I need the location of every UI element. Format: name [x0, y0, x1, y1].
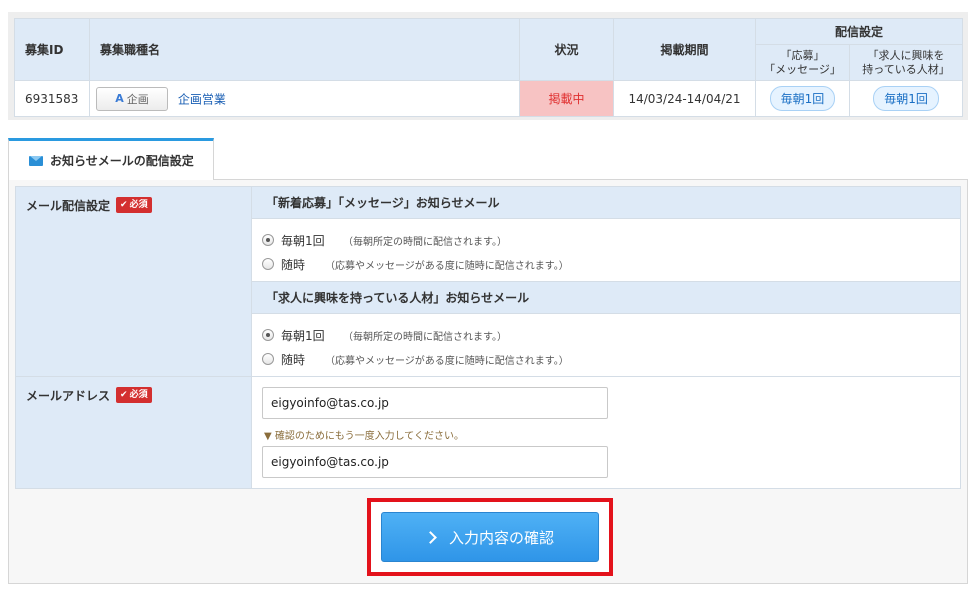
delivery-interest-cell: 毎朝1回	[848, 80, 964, 117]
job-table: 募集ID 募集職種名 状況 掲載期間 配信設定 「応募」 「メッセージ」 「求人…	[14, 18, 964, 117]
radio-note: （毎朝所定の時間に配信されます。）	[343, 236, 507, 248]
highlight-frame: 入力内容の確認	[367, 498, 613, 576]
radio-note: （応募やメッセージがある度に随時に配信されます。）	[325, 355, 569, 367]
status-badge: 掲載中	[519, 80, 614, 117]
email-label: メールアドレス	[26, 389, 111, 403]
radio-label: 随時	[281, 257, 306, 272]
header-job-name: 募集職種名	[89, 18, 520, 81]
job-type-label: 企画	[126, 92, 149, 106]
row-email: メールアドレス ✔ 必須 ▼ 確認のためにもう一度入力してください。	[16, 377, 960, 488]
header-status: 状況	[519, 18, 614, 81]
required-badge: ✔ 必須	[116, 387, 152, 403]
radio-group-interest: 毎朝1回 （毎朝所定の時間に配信されます。） 随時 （応募やメッセージがある度に…	[252, 314, 960, 376]
posting-period: 14/03/24-14/04/21	[613, 80, 756, 117]
radio-note: （毎朝所定の時間に配信されます。）	[343, 331, 507, 343]
radio-button[interactable]	[262, 258, 274, 270]
job-type-letter: A	[115, 92, 124, 105]
header-delivery-apply: 「応募」 「メッセージ」	[755, 44, 850, 81]
radio-option-daily[interactable]: 毎朝1回 （毎朝所定の時間に配信されます。）	[262, 228, 950, 252]
radio-option-daily[interactable]: 毎朝1回 （毎朝所定の時間に配信されます。）	[262, 323, 950, 347]
mail-setting-content: 「新着応募」「メッセージ」お知らせメール 毎朝1回 （毎朝所定の時間に配信されま…	[252, 187, 960, 376]
radio-label: 随時	[281, 352, 306, 367]
job-type-button[interactable]: A 企画	[96, 86, 168, 111]
confirm-note: ▼ 確認のためにもう一度入力してください。	[264, 431, 464, 442]
section-title-interest: 「求人に興味を持っている人材」お知らせメール	[252, 282, 960, 314]
delivery-interest-badge: 毎朝1回	[873, 86, 939, 111]
job-id: 6931583	[14, 80, 90, 117]
header-delivery-interest: 「求人に興味を 持っている人材」	[848, 44, 964, 81]
radio-label: 毎朝1回	[281, 233, 325, 248]
confirm-input-button[interactable]: 入力内容の確認	[381, 512, 599, 562]
radio-option-anytime[interactable]: 随時 （応募やメッセージがある度に随時に配信されます。）	[262, 347, 950, 371]
settings-form: メール配信設定 ✔ 必須 「新着応募」「メッセージ」お知らせメール 毎朝1回 （…	[15, 186, 961, 489]
section-title-apply: 「新着応募」「メッセージ」お知らせメール	[252, 187, 960, 219]
job-name-link[interactable]: 企画営業	[178, 92, 226, 106]
email-label-cell: メールアドレス ✔ 必須	[16, 377, 252, 488]
mail-setting-label-cell: メール配信設定 ✔ 必須	[16, 187, 252, 376]
job-table-container: 募集ID 募集職種名 状況 掲載期間 配信設定 「応募」 「メッセージ」 「求人…	[8, 12, 968, 120]
check-icon: ✔	[120, 200, 128, 210]
email-confirm-field[interactable]	[262, 446, 608, 478]
radio-note: （応募やメッセージがある度に随時に配信されます。）	[325, 260, 569, 272]
header-id: 募集ID	[14, 18, 90, 81]
radio-button-checked[interactable]	[262, 329, 274, 341]
tab-label: お知らせメールの配信設定	[50, 154, 194, 168]
settings-panel: メール配信設定 ✔ 必須 「新着応募」「メッセージ」お知らせメール 毎朝1回 （…	[8, 179, 968, 584]
required-badge: ✔ 必須	[116, 197, 152, 213]
mail-icon	[29, 155, 43, 166]
mail-setting-label: メール配信設定	[26, 199, 111, 213]
radio-button-checked[interactable]	[262, 234, 274, 246]
check-icon: ✔	[120, 390, 128, 400]
confirm-button-label: 入力内容の確認	[448, 528, 554, 547]
header-delivery: 配信設定	[754, 18, 964, 45]
radio-group-apply: 毎朝1回 （毎朝所定の時間に配信されます。） 随時 （応募やメッセージがある度に…	[252, 219, 960, 282]
header-period: 掲載期間	[613, 18, 756, 81]
email-field[interactable]	[262, 387, 608, 419]
tab-mail-settings[interactable]: お知らせメールの配信設定	[8, 138, 214, 180]
delivery-apply-badge: 毎朝1回	[769, 86, 836, 111]
email-content: ▼ 確認のためにもう一度入力してください。	[252, 377, 960, 488]
job-name-cell: A 企画 企画営業	[89, 80, 520, 117]
chevron-right-icon	[424, 530, 437, 544]
row-mail-setting: メール配信設定 ✔ 必須 「新着応募」「メッセージ」お知らせメール 毎朝1回 （…	[16, 187, 960, 377]
radio-label: 毎朝1回	[281, 328, 325, 343]
table-row: 6931583 A 企画 企画営業 掲載中 14/03/24-14/04/21 …	[14, 80, 964, 117]
radio-button[interactable]	[262, 353, 274, 365]
delivery-apply-cell: 毎朝1回	[755, 80, 850, 117]
radio-option-anytime[interactable]: 随時 （応募やメッセージがある度に随時に配信されます。）	[262, 252, 950, 276]
